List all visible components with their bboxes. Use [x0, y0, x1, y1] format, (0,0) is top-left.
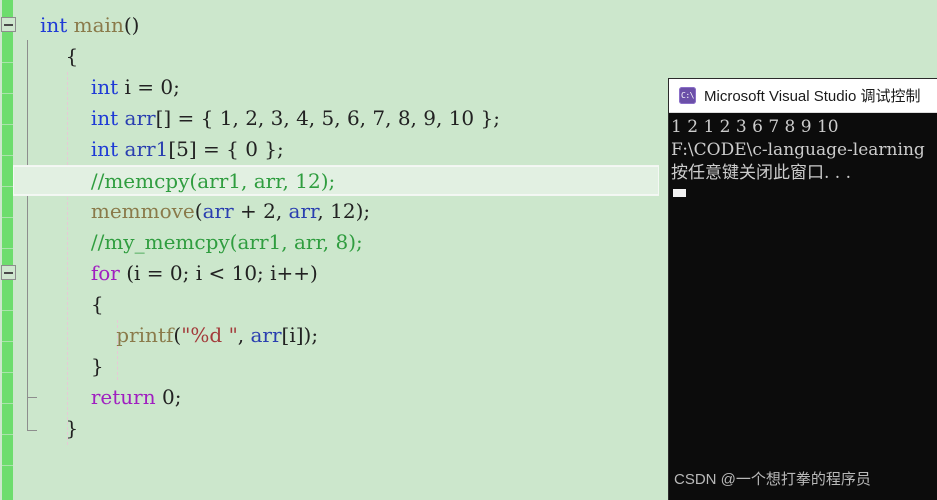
code-lines[interactable]: int main() { int i = 0; int arr[] = { 1,…	[1, 10, 674, 444]
code-token: [i]);	[281, 323, 319, 347]
code-token: int	[40, 13, 74, 37]
code-line[interactable]: {	[14, 41, 674, 72]
code-token: int	[90, 137, 119, 161]
console-cursor	[673, 189, 686, 197]
code-line[interactable]: int arr[] = { 1, 2, 3, 4, 5, 6, 7, 8, 9,…	[14, 103, 674, 134]
code-token: //memcpy(arr1, arr, 12);	[90, 169, 336, 193]
code-token: {	[90, 292, 104, 316]
code-token: arr	[288, 199, 318, 223]
code-token: 0;	[155, 385, 182, 409]
csdn-watermark: CSDN @一个想打拳的程序员	[674, 471, 871, 488]
code-token: + 2,	[233, 199, 289, 223]
debug-console-window[interactable]: C:\ Microsoft Visual Studio 调试控制 1 2 1 2…	[668, 78, 937, 500]
code-token: ()	[123, 13, 140, 37]
code-token: arr	[124, 106, 156, 130]
console-title-bar[interactable]: C:\ Microsoft Visual Studio 调试控制	[669, 79, 937, 113]
fold-collapse-icon[interactable]	[1, 17, 16, 32]
code-token: arr	[250, 323, 282, 347]
fold-collapse-icon[interactable]	[1, 265, 16, 280]
code-line[interactable]: int main()	[1, 10, 674, 41]
code-line[interactable]: printf("%d ", arr[i]);	[14, 320, 674, 351]
console-title-text: Microsoft Visual Studio 调试控制	[704, 88, 921, 105]
code-token: "%d "	[181, 323, 238, 347]
code-token: printf	[116, 323, 174, 347]
code-line[interactable]: {	[14, 289, 674, 320]
code-token: arr1	[124, 137, 169, 161]
console-output-line: F:\CODE\c-language-learning	[671, 140, 925, 160]
code-token: arr	[202, 199, 234, 223]
code-line[interactable]: memmove(arr + 2, arr, 12);	[14, 196, 674, 227]
console-output: 1 2 1 2 3 6 7 8 9 10 F:\CODE\c-language-l…	[669, 113, 937, 197]
code-token: main	[73, 13, 124, 37]
code-token: memmove	[90, 199, 195, 223]
modified-lines-indicator	[2, 0, 13, 500]
code-token: [5] = { 0 };	[168, 137, 284, 161]
code-token: for	[90, 261, 120, 285]
code-token: }	[90, 354, 104, 378]
console-app-icon: C:\	[679, 87, 696, 104]
code-token: ,	[237, 323, 251, 347]
console-output-line: 1 2 1 2 3 6 7 8 9 10	[671, 117, 839, 137]
code-token: (	[194, 199, 203, 223]
code-token: [] = { 1, 2, 3, 4, 5, 6, 7, 8, 9, 10 };	[155, 106, 500, 130]
code-line[interactable]: int arr1[5] = { 0 };	[14, 134, 674, 165]
code-line[interactable]: return 0;	[14, 382, 674, 413]
code-line[interactable]: int i = 0;	[14, 72, 674, 103]
code-token: //my_memcpy(arr1, arr, 8);	[90, 230, 363, 254]
code-line[interactable]: }	[14, 413, 674, 444]
code-line[interactable]: for (i = 0; i < 10; i++)	[1, 258, 674, 289]
code-token: {	[65, 44, 79, 68]
code-token: int	[90, 75, 119, 99]
code-token: }	[65, 416, 79, 440]
code-token: , 12);	[317, 199, 371, 223]
code-line[interactable]: }	[14, 351, 674, 382]
code-token: (i = 0; i < 10; i++)	[119, 261, 318, 285]
code-line-current[interactable]: //memcpy(arr1, arr, 12);	[13, 165, 659, 196]
console-app-icon-glyph: C:\	[681, 90, 694, 100]
screenshot-root: int main() { int i = 0; int arr[] = { 1,…	[0, 0, 937, 500]
code-token: i = 0;	[118, 75, 180, 99]
code-token: int	[90, 106, 119, 130]
code-line[interactable]: //my_memcpy(arr1, arr, 8);	[14, 227, 674, 258]
console-output-line: 按任意键关闭此窗口. . .	[671, 163, 852, 183]
code-token: return	[90, 385, 156, 409]
